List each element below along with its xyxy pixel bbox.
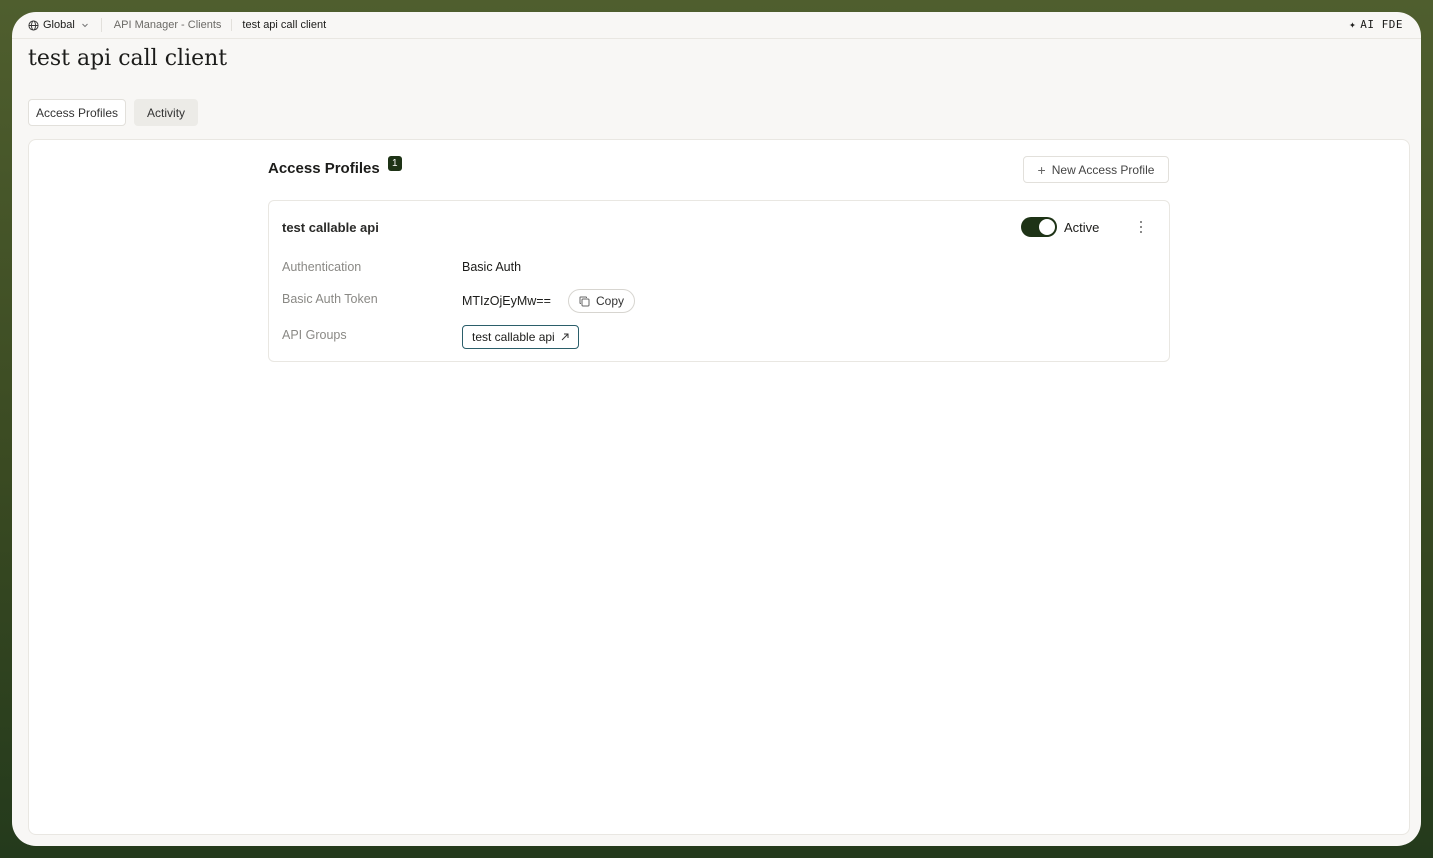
plus-icon: +: [1037, 161, 1046, 178]
token-value: MTIzOjEyMw==: [462, 294, 551, 308]
api-groups-label: API Groups: [282, 328, 347, 342]
api-group-name: test callable api: [472, 330, 555, 344]
new-access-profile-label: New Access Profile: [1051, 162, 1155, 177]
breadcrumb-current: test api call client: [242, 19, 327, 31]
token-label: Basic Auth Token: [282, 292, 378, 306]
copy-label: Copy: [595, 294, 624, 308]
copy-token-button[interactable]: Copy: [568, 289, 635, 313]
sparkle-icon: ✦: [1349, 18, 1357, 31]
tab-access-profiles[interactable]: Access Profiles: [28, 99, 127, 126]
tab-activity[interactable]: Activity: [134, 99, 199, 126]
toggle-knob: [1039, 219, 1055, 235]
access-profile-card: test callable api Active Authentication …: [268, 200, 1170, 362]
authentication-value: Basic Auth: [462, 260, 522, 274]
active-toggle[interactable]: [1021, 217, 1057, 237]
profile-name: test callable api: [282, 220, 379, 235]
section-header: Access Profiles 1: [268, 156, 402, 177]
top-bar: Global API Manager - Clients test api ca…: [12, 12, 1421, 39]
copy-icon: [579, 296, 590, 306]
ai-assistant-button[interactable]: ✦ AI FDE: [1349, 18, 1403, 31]
breadcrumb-api-manager[interactable]: API Manager - Clients: [114, 19, 222, 31]
breadcrumb-separator: [231, 19, 233, 31]
workspace-selector[interactable]: Global: [28, 19, 89, 31]
authentication-label: Authentication: [282, 260, 362, 274]
page-title: test api call client: [28, 46, 228, 71]
workspace-label: Global: [43, 19, 75, 31]
divider: [100, 18, 102, 32]
tab-bar: Access Profiles Activity: [28, 99, 199, 126]
external-link-icon: [561, 333, 569, 341]
chevron-down-icon: [81, 23, 88, 28]
content-panel: Access Profiles 1 + New Access Profile t…: [28, 139, 1410, 835]
status-label: Active: [1064, 220, 1100, 235]
more-options-icon[interactable]: [1136, 219, 1146, 235]
globe-icon: [28, 19, 39, 31]
section-title: Access Profiles: [268, 160, 380, 177]
app-window: Global API Manager - Clients test api ca…: [12, 12, 1421, 846]
api-group-chip[interactable]: test callable api: [462, 325, 579, 349]
new-access-profile-button[interactable]: + New Access Profile: [1023, 156, 1169, 183]
ai-assistant-label: AI FDE: [1360, 18, 1403, 31]
count-badge: 1: [387, 156, 402, 171]
